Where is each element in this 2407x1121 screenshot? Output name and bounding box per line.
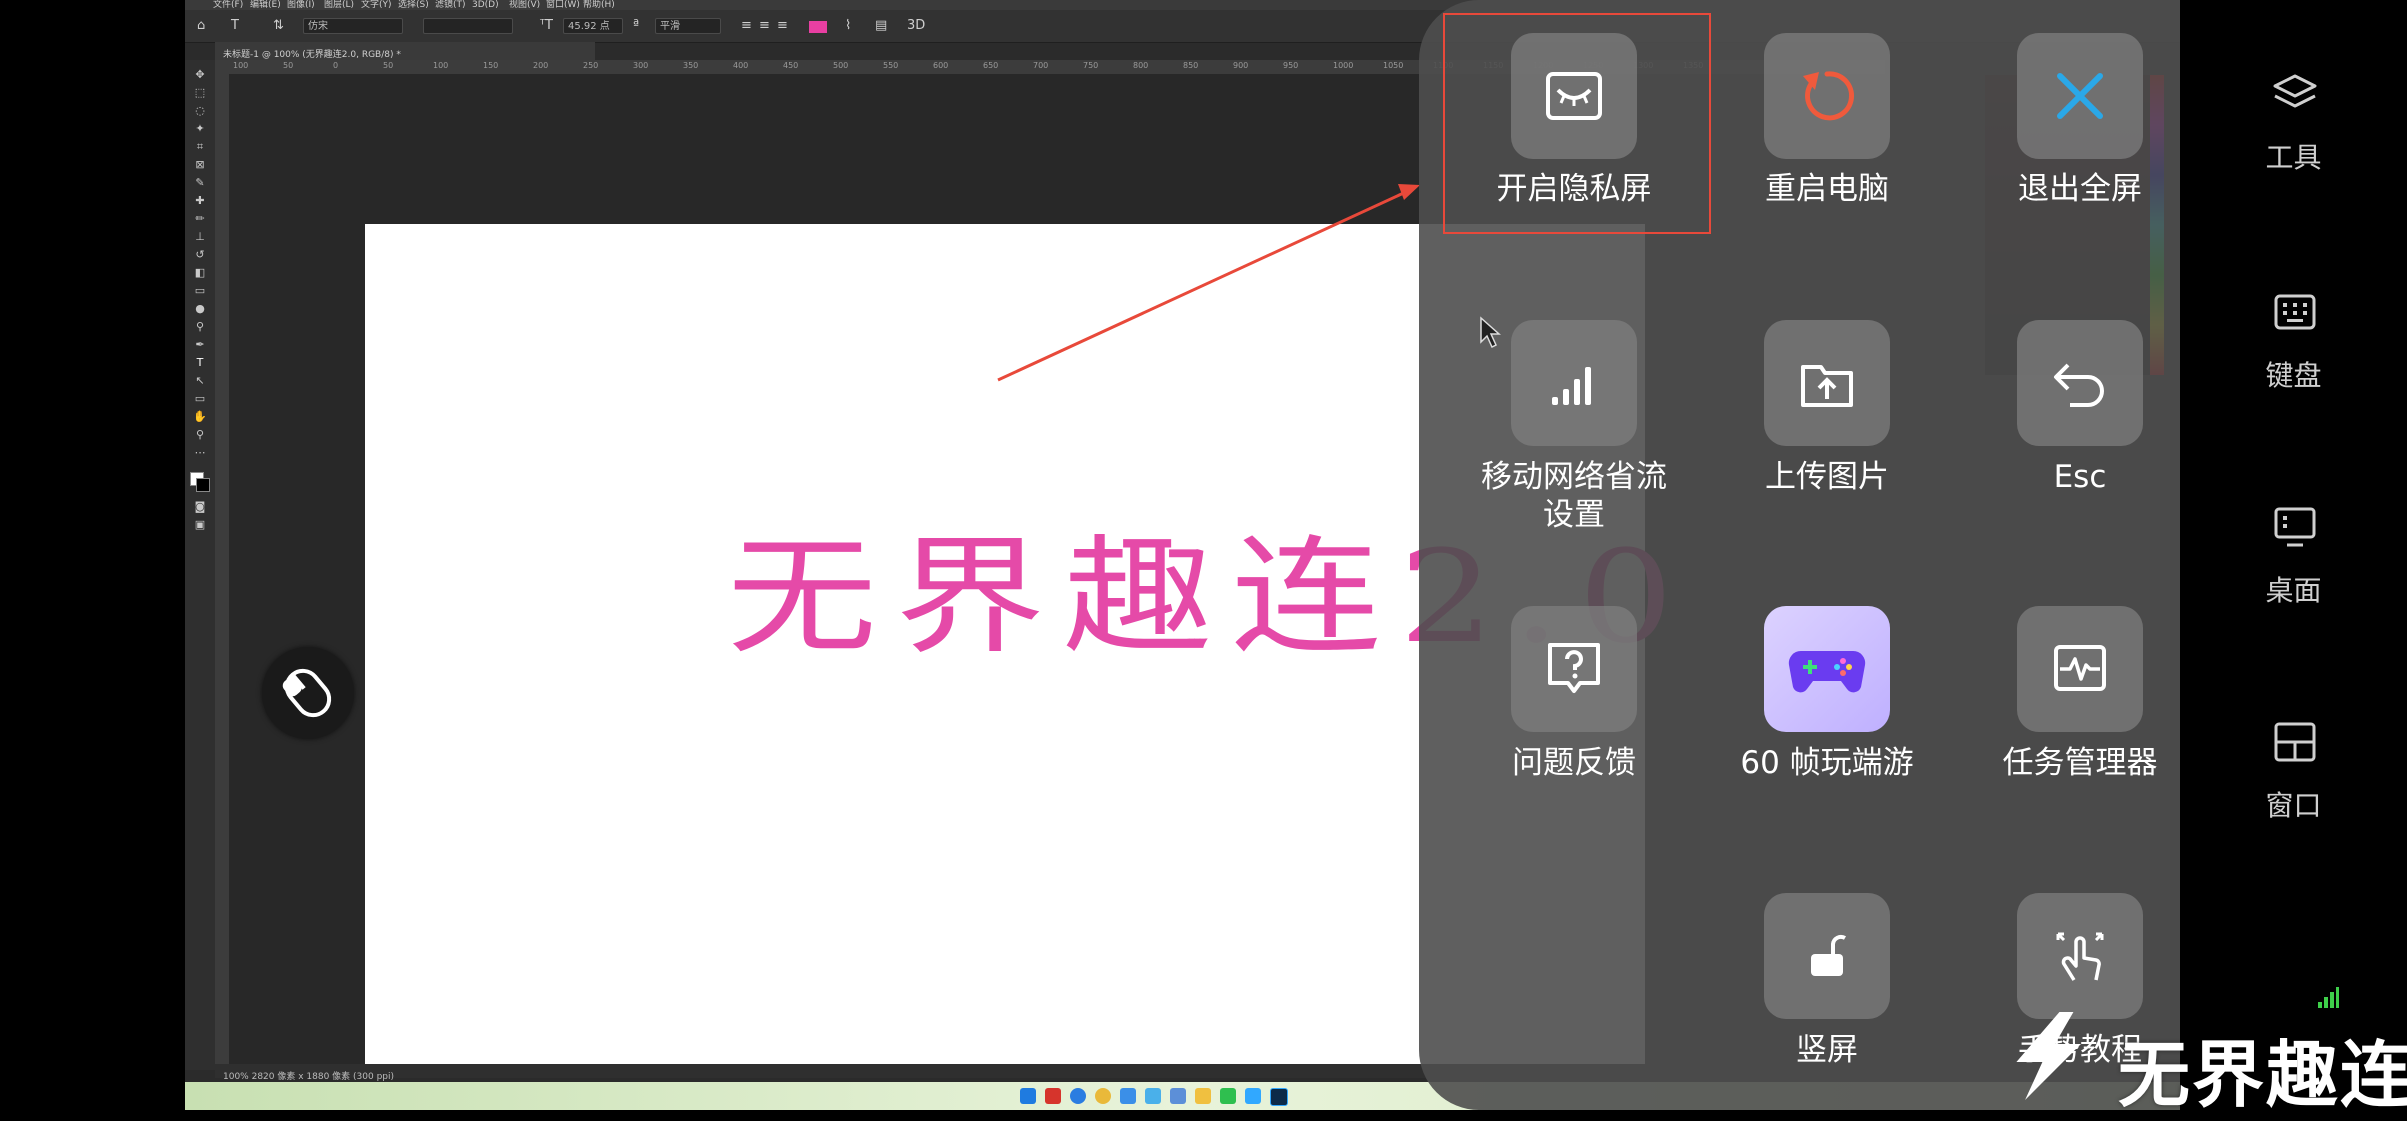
rail-window-label: 窗口 [2265, 789, 2322, 822]
upload-folder-icon [1801, 365, 1853, 407]
game-60fps-button[interactable] [1764, 606, 1890, 732]
signal-bars-icon [1552, 367, 1591, 405]
rail-window[interactable]: 窗口 [2180, 720, 2407, 830]
floating-mouse-button[interactable] [262, 647, 354, 739]
unlock-icon [1811, 934, 1847, 976]
upload-image-label: 上传图片 [1765, 459, 1889, 495]
return-arrow-icon [2054, 363, 2104, 407]
rail-keyboard[interactable]: 键盘 [2180, 290, 2407, 400]
restart-pc-button[interactable] [1764, 33, 1890, 159]
rail-keyboard-label: 键盘 [2265, 359, 2322, 392]
hand-gesture-icon [2056, 932, 2104, 981]
restart-icon [1803, 71, 1854, 121]
brand-watermark: 无界趣连 [2010, 1008, 2407, 1117]
network-saving-button[interactable] [1511, 320, 1637, 446]
esc-label: Esc [2053, 459, 2107, 495]
exit-fullscreen-button[interactable] [2017, 33, 2143, 159]
gesture-tutorial-button[interactable] [2017, 893, 2143, 1019]
task-manager-label: 任务管理器 [2002, 745, 2158, 781]
right-side-rail: 工具 键盘 桌面 窗口 [2180, 0, 2407, 1110]
watermark-text: 无界趣连 [2118, 1033, 2407, 1117]
highlight-box [1443, 13, 1711, 234]
question-bubble-icon [1548, 643, 1600, 693]
mouse-cursor-icon [1480, 316, 1501, 349]
window-grid-icon [2274, 722, 2316, 762]
layers-icon [2273, 74, 2317, 108]
mouse-icon [282, 668, 332, 718]
lightning-logo-icon [2016, 1012, 2081, 1100]
network-signal-icon [2318, 987, 2339, 1008]
rail-tools[interactable]: 工具 [2180, 72, 2407, 182]
network-saving-label: 移动网络省流 设置 [1481, 459, 1667, 533]
game-60fps-label: 60 帧玩端游 [1740, 745, 1914, 781]
portrait-mode-label: 竖屏 [1796, 1032, 1858, 1068]
rail-desktop-label: 桌面 [2265, 574, 2322, 607]
esc-button[interactable] [2017, 320, 2143, 446]
close-icon [2057, 73, 2103, 119]
feedback-label: 问题反馈 [1512, 745, 1636, 781]
gamepad-icon [1788, 650, 1866, 693]
portrait-mode-button[interactable] [1764, 893, 1890, 1019]
upload-image-button[interactable] [1764, 320, 1890, 446]
task-manager-button[interactable] [2017, 606, 2143, 732]
exit-fullscreen-label: 退出全屏 [2018, 171, 2142, 207]
desktop-icon [2274, 507, 2316, 547]
rail-desktop[interactable]: 桌面 [2180, 505, 2407, 615]
feedback-button[interactable] [1511, 606, 1637, 732]
restart-pc-label: 重启电脑 [1765, 171, 1889, 207]
activity-monitor-icon [2054, 645, 2106, 691]
rail-tools-label: 工具 [2265, 141, 2322, 174]
keyboard-icon [2274, 294, 2316, 330]
